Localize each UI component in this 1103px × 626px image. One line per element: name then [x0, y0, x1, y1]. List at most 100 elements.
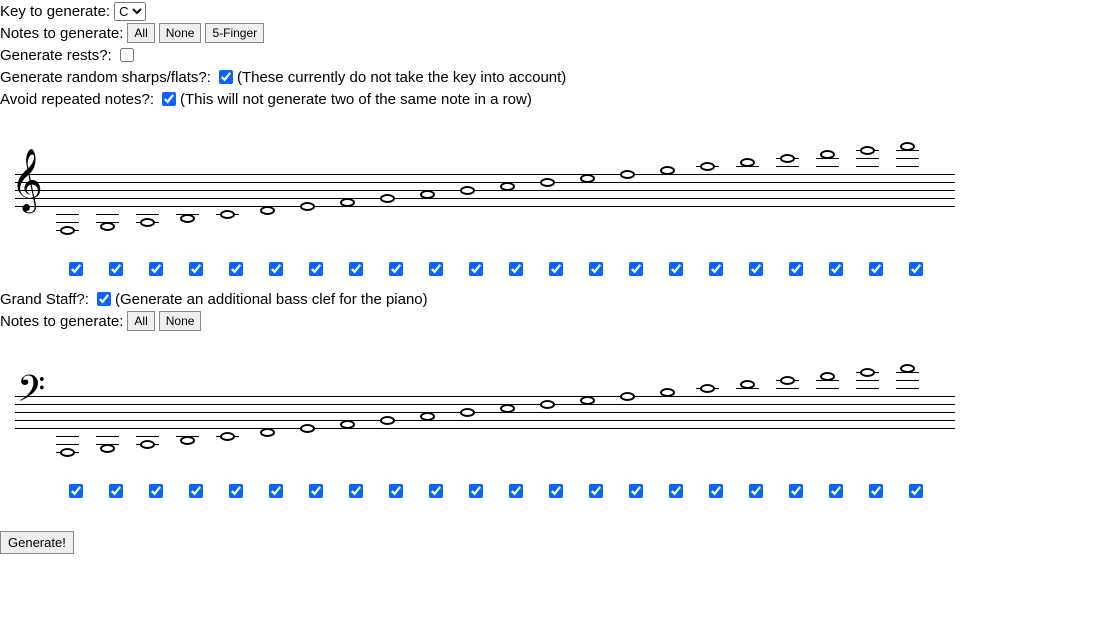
- note-checkbox[interactable]: [389, 262, 403, 276]
- note-checkbox[interactable]: [869, 262, 883, 276]
- note-checkbox[interactable]: [269, 484, 283, 498]
- rests-label: Generate rests?:: [0, 47, 112, 64]
- note-checkbox[interactable]: [709, 262, 723, 276]
- whole-note: [260, 428, 275, 437]
- note-checkbox[interactable]: [189, 484, 203, 498]
- note-checkbox[interactable]: [149, 262, 163, 276]
- note-checkbox[interactable]: [229, 262, 243, 276]
- whole-note: [300, 202, 315, 211]
- none-button-top[interactable]: None: [159, 23, 202, 43]
- treble-staff-block: 𝄞: [0, 134, 1103, 279]
- note-checkbox[interactable]: [309, 484, 323, 498]
- all-button-top[interactable]: All: [127, 23, 154, 43]
- note-checkbox[interactable]: [109, 484, 123, 498]
- note-checkbox[interactable]: [149, 484, 163, 498]
- whole-note: [900, 142, 915, 151]
- note-checkbox[interactable]: [629, 262, 643, 276]
- whole-note: [340, 420, 355, 429]
- grand-staff-hint: (Generate an additional bass clef for th…: [115, 291, 428, 308]
- avoid-repeat-label: Avoid repeated notes?:: [0, 91, 154, 108]
- rests-checkbox[interactable]: [120, 48, 134, 62]
- note-checkbox[interactable]: [469, 484, 483, 498]
- whole-note: [820, 150, 835, 159]
- whole-note: [660, 166, 675, 175]
- all-button-bottom[interactable]: All: [127, 311, 154, 331]
- note-checkbox[interactable]: [349, 484, 363, 498]
- whole-note: [260, 206, 275, 215]
- note-checkbox[interactable]: [789, 262, 803, 276]
- notes-bottom-label: Notes to generate:: [0, 313, 123, 330]
- note-checkbox[interactable]: [589, 262, 603, 276]
- note-checkbox[interactable]: [829, 262, 843, 276]
- whole-note: [620, 392, 635, 401]
- note-checkbox[interactable]: [909, 484, 923, 498]
- avoid-repeat-hint: (This will not generate two of the same …: [180, 91, 532, 108]
- note-checkbox[interactable]: [429, 262, 443, 276]
- whole-note: [380, 416, 395, 425]
- note-checkbox[interactable]: [629, 484, 643, 498]
- note-checkbox[interactable]: [469, 262, 483, 276]
- generate-button[interactable]: Generate!: [0, 531, 74, 554]
- whole-note: [420, 190, 435, 199]
- note-checkbox[interactable]: [349, 262, 363, 276]
- avoid-repeat-checkbox[interactable]: [162, 92, 176, 106]
- grand-staff-checkbox[interactable]: [97, 292, 111, 306]
- none-button-bottom[interactable]: None: [159, 311, 202, 331]
- whole-note: [380, 194, 395, 203]
- treble-clef-icon: 𝄞: [11, 153, 43, 207]
- note-checkbox[interactable]: [749, 262, 763, 276]
- whole-note: [580, 174, 595, 183]
- whole-note: [460, 186, 475, 195]
- note-checkbox[interactable]: [709, 484, 723, 498]
- note-checkbox[interactable]: [669, 484, 683, 498]
- whole-note: [100, 444, 115, 453]
- whole-note: [820, 372, 835, 381]
- whole-note: [500, 182, 515, 191]
- five-finger-button[interactable]: 5-Finger: [205, 23, 264, 43]
- whole-note: [100, 222, 115, 231]
- note-checkbox[interactable]: [309, 262, 323, 276]
- whole-note: [500, 404, 515, 413]
- whole-note: [220, 432, 235, 441]
- whole-note: [140, 218, 155, 227]
- note-checkbox[interactable]: [229, 484, 243, 498]
- note-checkbox[interactable]: [509, 484, 523, 498]
- note-checkbox[interactable]: [909, 262, 923, 276]
- accidentals-checkbox[interactable]: [219, 70, 233, 84]
- note-checkbox[interactable]: [589, 484, 603, 498]
- whole-note: [660, 388, 675, 397]
- whole-note: [780, 154, 795, 163]
- notes-top-label: Notes to generate:: [0, 25, 123, 42]
- whole-note: [180, 214, 195, 223]
- whole-note: [740, 380, 755, 389]
- note-checkbox[interactable]: [389, 484, 403, 498]
- grand-staff-label: Grand Staff?:: [0, 291, 89, 308]
- whole-note: [860, 146, 875, 155]
- whole-note: [780, 376, 795, 385]
- whole-note: [140, 440, 155, 449]
- note-checkbox[interactable]: [669, 262, 683, 276]
- note-checkbox[interactable]: [829, 484, 843, 498]
- note-checkbox[interactable]: [789, 484, 803, 498]
- note-checkbox[interactable]: [549, 262, 563, 276]
- whole-note: [420, 412, 435, 421]
- whole-note: [220, 210, 235, 219]
- bass-note-checkboxes: [55, 481, 1103, 501]
- whole-note: [180, 436, 195, 445]
- note-checkbox[interactable]: [189, 262, 203, 276]
- note-checkbox[interactable]: [109, 262, 123, 276]
- whole-note: [540, 178, 555, 187]
- note-checkbox[interactable]: [509, 262, 523, 276]
- whole-note: [580, 396, 595, 405]
- whole-note: [620, 170, 635, 179]
- note-checkbox[interactable]: [269, 262, 283, 276]
- whole-note: [300, 424, 315, 433]
- note-checkbox[interactable]: [69, 484, 83, 498]
- key-select[interactable]: C: [114, 2, 146, 21]
- note-checkbox[interactable]: [749, 484, 763, 498]
- note-checkbox[interactable]: [549, 484, 563, 498]
- note-checkbox[interactable]: [69, 262, 83, 276]
- note-checkbox[interactable]: [869, 484, 883, 498]
- whole-note: [460, 408, 475, 417]
- note-checkbox[interactable]: [429, 484, 443, 498]
